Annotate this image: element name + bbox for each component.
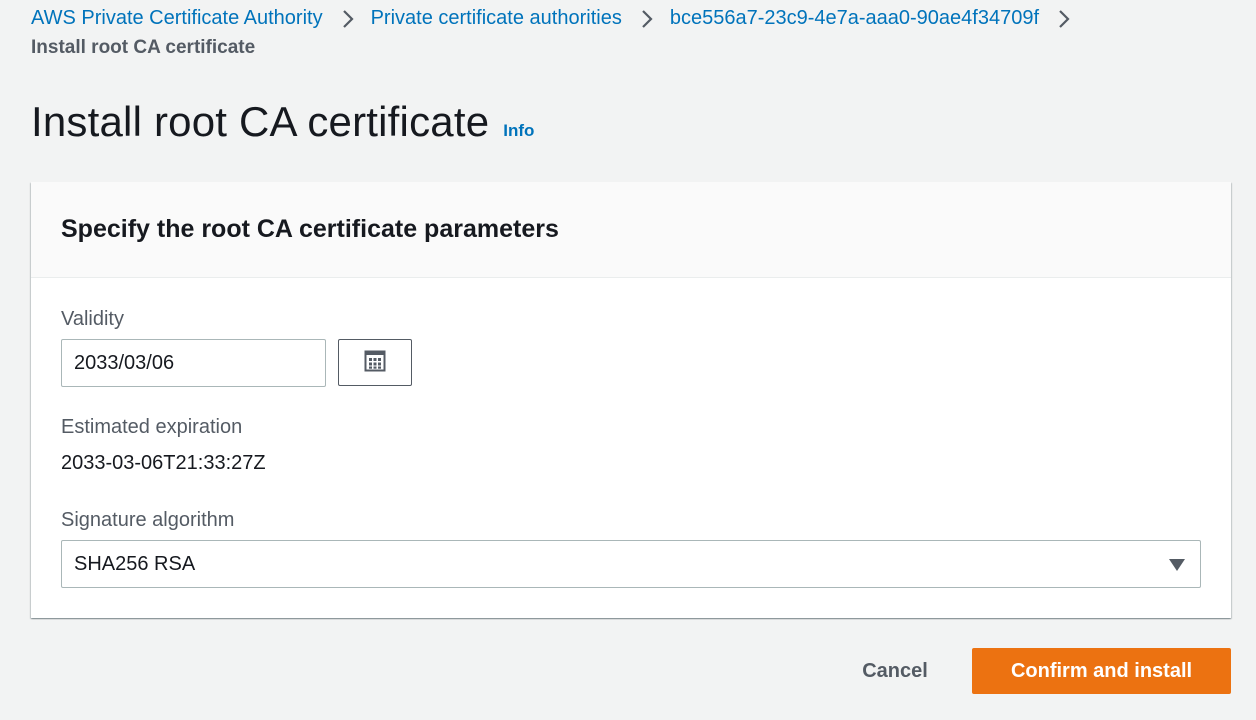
parameters-panel: Specify the root CA certificate paramete… [31,182,1231,618]
breadcrumb-link-private-ca[interactable]: AWS Private Certificate Authority [31,7,323,30]
chevron-right-icon [1039,4,1087,32]
validity-label: Validity [61,308,124,330]
info-link[interactable]: Info [503,121,534,141]
confirm-and-install-button[interactable]: Confirm and install [972,648,1231,694]
caret-down-icon [1169,558,1185,576]
chevron-right-icon [323,4,371,32]
calendar-button[interactable] [338,339,412,386]
chevron-right-icon [622,4,670,32]
breadcrumb: AWS Private Certificate Authority Privat… [31,4,1231,59]
expiration-label: Estimated expiration [61,416,243,438]
signature-algorithm-value: SHA256 RSA [74,552,196,575]
breadcrumb-current: Install root CA certificate [31,37,256,58]
validity-date-input[interactable] [61,339,326,387]
page-title: Install root CA certificate [31,98,490,145]
expiration-value: 2033-03-06T21:33:27Z [61,452,266,474]
panel-title: Specify the root CA certificate paramete… [61,215,559,243]
breadcrumb-link-ca-id[interactable]: bce556a7-23c9-4e7a-aaa0-90ae4f34709f [670,7,1039,30]
signature-algorithm-select[interactable]: SHA256 RSA [61,540,1201,588]
signature-algorithm-label: Signature algorithm [61,509,235,531]
cancel-button[interactable]: Cancel [842,648,948,694]
calendar-icon [364,350,386,375]
panel-header: Specify the root CA certificate paramete… [31,182,1231,278]
breadcrumb-row: AWS Private Certificate Authority Privat… [31,4,1231,32]
breadcrumb-link-authorities[interactable]: Private certificate authorities [371,7,622,30]
page-header: Install root CA certificate Info [31,98,534,146]
